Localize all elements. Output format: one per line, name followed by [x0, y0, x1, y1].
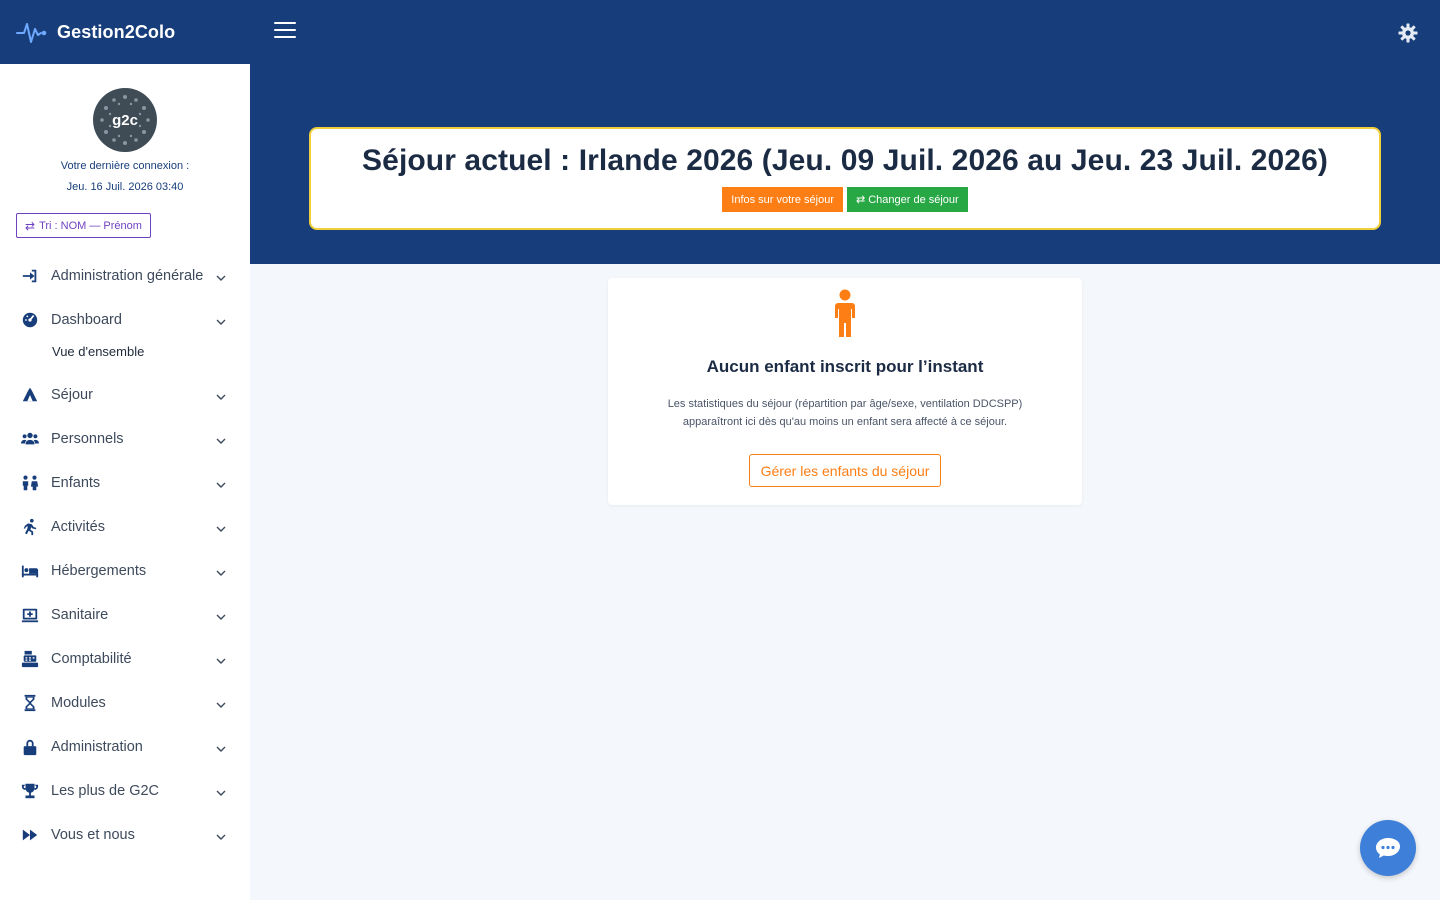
chevron-down-icon	[216, 566, 226, 576]
gear-icon[interactable]	[1398, 23, 1418, 43]
sidebar-item-label: Personnels	[51, 431, 124, 447]
empty-children-card: Aucun enfant inscrit pour l’instant Les …	[608, 278, 1082, 505]
sidebar-item-activites[interactable]: Activités	[0, 505, 250, 549]
dashboard-icon	[20, 310, 40, 330]
top-header: Séjour actuel : Irlande 2026 (Jeu. 09 Ju…	[250, 0, 1440, 264]
cash-register-icon	[20, 649, 40, 669]
manage-children-button[interactable]: Gérer les enfants du séjour	[748, 454, 942, 487]
sejour-buttons: Infos sur votre séjour ⇄ Changer de séjo…	[311, 187, 1379, 212]
sidebar-item-label: Les plus de G2C	[51, 783, 160, 799]
sidebar-item-label: Comptabilité	[51, 651, 132, 667]
chevron-down-icon	[216, 390, 226, 400]
chat-bubble-icon	[1376, 838, 1400, 858]
exchange-icon: ⇄	[855, 194, 866, 206]
sidebar-item-administration[interactable]: Administration	[0, 725, 250, 769]
sejour-info-button[interactable]: Infos sur votre séjour	[722, 187, 843, 212]
chevron-down-icon	[216, 315, 226, 325]
chevron-down-icon	[216, 610, 226, 620]
chat-button[interactable]	[1360, 820, 1416, 876]
sign-in-icon	[20, 266, 40, 286]
brand-header[interactable]: Gestion2Colo	[0, 0, 250, 64]
avatar: g2c	[93, 88, 157, 152]
medical-icon	[20, 605, 40, 625]
sort-button[interactable]: ⇄ Tri : NOM — Prénom	[16, 213, 151, 238]
sidebar-item-label: Administration	[51, 739, 143, 755]
chevron-down-icon	[216, 478, 226, 488]
child-icon	[835, 289, 855, 337]
sidebar-item-enfants[interactable]: Enfants	[0, 461, 250, 505]
sidebar-nav: Administration générale Dashboard Vue d'…	[0, 254, 250, 857]
bed-icon	[20, 561, 40, 581]
users-icon	[20, 429, 40, 449]
chevron-down-icon	[216, 271, 226, 281]
chevron-down-icon	[216, 522, 226, 532]
empty-state-desc-line2: apparaîtront ici dès qu'au moins un enfa…	[682, 416, 1008, 428]
chevron-down-icon	[216, 830, 226, 840]
sejour-title: Séjour actuel : Irlande 2026 (Jeu. 09 Ju…	[362, 144, 1328, 177]
chevron-down-icon	[216, 654, 226, 664]
chevron-down-icon	[216, 742, 226, 752]
hourglass-icon	[20, 693, 40, 713]
chevron-down-icon	[216, 434, 226, 444]
current-sejour-banner: Séjour actuel : Irlande 2026 (Jeu. 09 Ju…	[309, 127, 1381, 230]
sidebar-item-label: Vous et nous	[51, 827, 135, 843]
sidebar-item-hebergements[interactable]: Hébergements	[0, 549, 250, 593]
empty-state-desc-line1: Les statistiques du séjour (répartition …	[667, 398, 1023, 410]
avatar-text: g2c	[112, 111, 138, 129]
sidebar-item-label: Modules	[51, 695, 106, 711]
sort-button-label: Tri : NOM — Prénom	[39, 219, 142, 232]
heartbeat-logo-icon	[16, 23, 47, 43]
exchange-icon: ⇄	[25, 218, 36, 233]
last-connection-label: Votre dernière connexion :	[60, 160, 190, 172]
sidebar-item-label: Hébergements	[51, 563, 147, 579]
campground-icon	[20, 385, 40, 405]
chevron-down-icon	[216, 786, 226, 796]
empty-state-title: Aucun enfant inscrit pour l’instant	[706, 357, 984, 376]
sidebar-item-personnels[interactable]: Personnels	[0, 417, 250, 461]
sidebar-item-label: Séjour	[51, 387, 93, 403]
sidebar-item-vous-et-nous[interactable]: Vous et nous	[0, 813, 250, 857]
children-icon	[20, 473, 40, 493]
sidebar-item-sanitaire[interactable]: Sanitaire	[0, 593, 250, 637]
sidebar-item-label: Sanitaire	[51, 607, 109, 623]
sidebar-item-dashboard[interactable]: Dashboard	[0, 298, 250, 342]
change-sejour-button[interactable]: ⇄ Changer de séjour	[846, 187, 968, 212]
sidebar-item-sejour[interactable]: Séjour	[0, 373, 250, 417]
brand-name: Gestion2Colo	[57, 21, 176, 42]
sidebar-item-label: Dashboard	[51, 312, 122, 328]
sidebar-item-administration-generale[interactable]: Administration générale	[0, 254, 250, 298]
empty-state-description: Les statistiques du séjour (répartition …	[608, 395, 1082, 431]
hamburger-menu-icon[interactable]	[274, 22, 296, 42]
profile-block: g2c Votre dernière connexion : Jeu. 16 J…	[0, 64, 250, 193]
sidebar-item-label: Activités	[51, 519, 105, 535]
trophy-icon	[20, 781, 40, 801]
lock-icon	[20, 737, 40, 757]
sidebar-item-modules[interactable]: Modules	[0, 681, 250, 725]
forward-icon	[20, 825, 40, 845]
last-connection-date: Jeu. 16 Juil. 2026 03:40	[66, 181, 184, 193]
chevron-down-icon	[216, 698, 226, 708]
change-sejour-label: Changer de séjour	[868, 193, 959, 206]
sidebar: Gestion2Colo g2c Votre dernière connexio…	[0, 0, 250, 900]
sidebar-item-les-plus-de-g2c[interactable]: Les plus de G2C	[0, 769, 250, 813]
sidebar-item-label: Enfants	[51, 475, 101, 491]
sidebar-item-label: Administration générale	[51, 268, 204, 284]
sidebar-item-comptabilite[interactable]: Comptabilité	[0, 637, 250, 681]
running-icon	[20, 517, 40, 537]
